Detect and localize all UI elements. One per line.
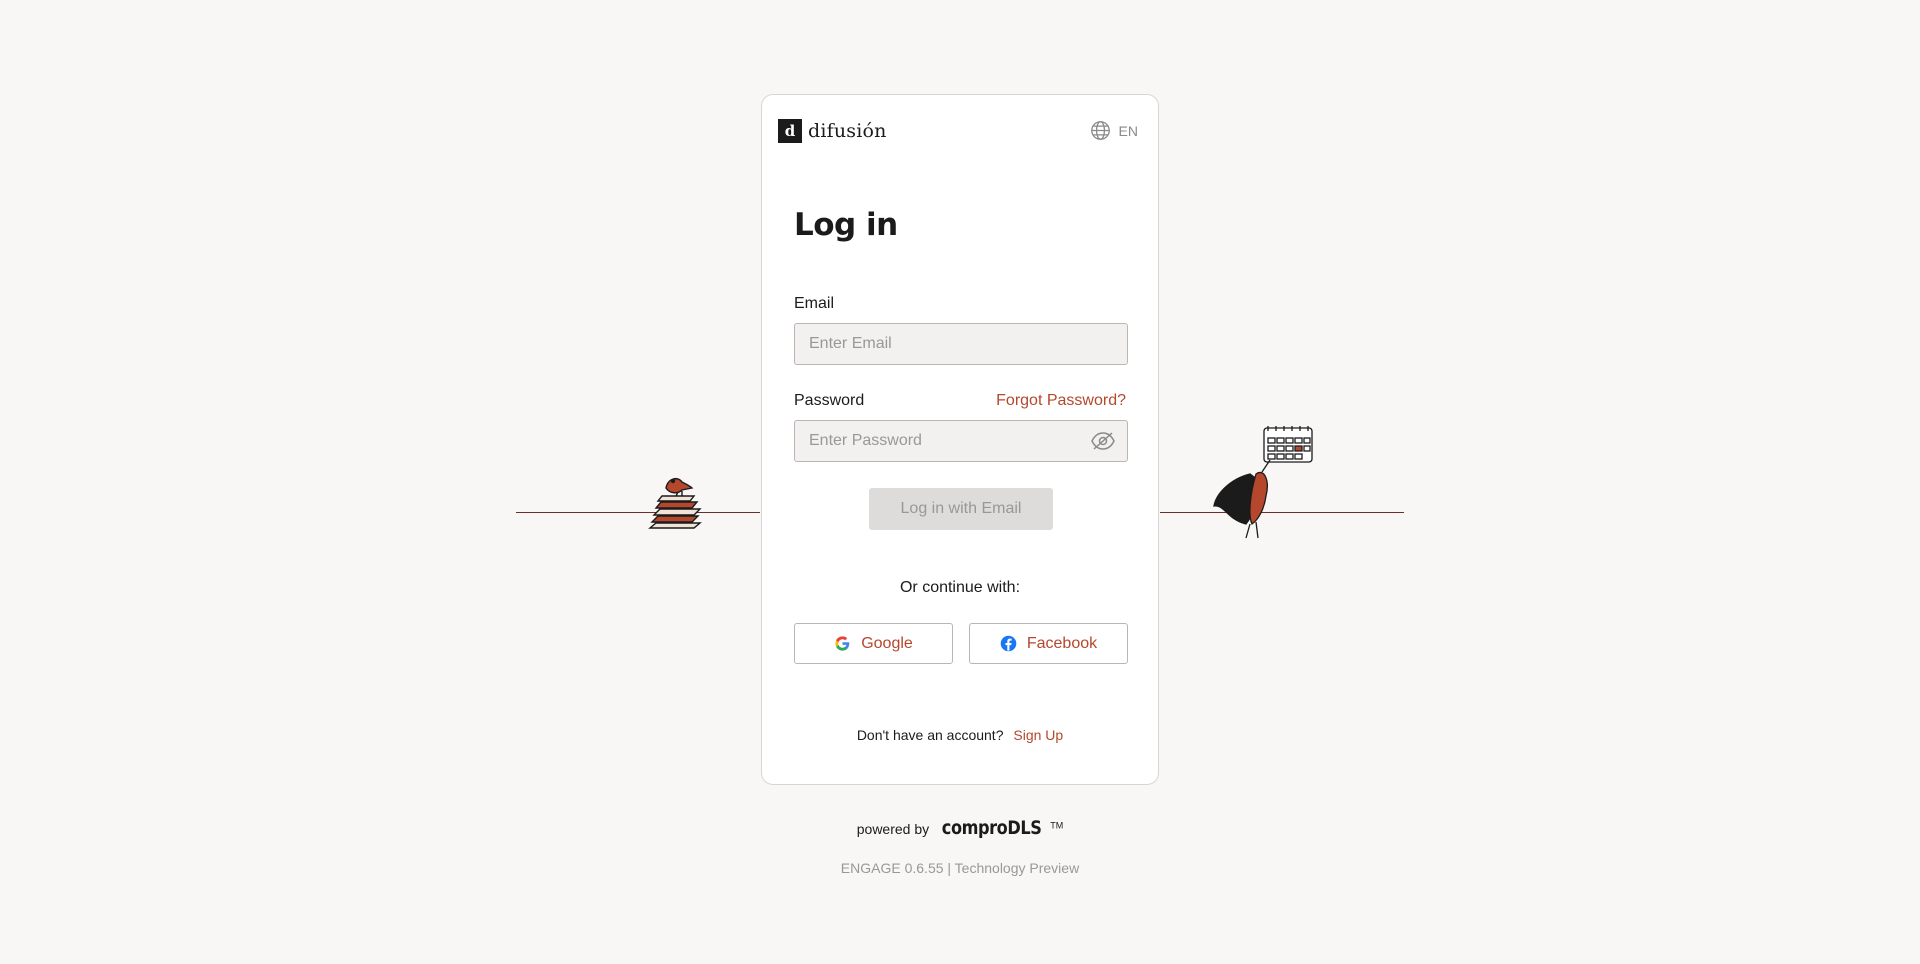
email-label: Email — [794, 295, 835, 312]
email-field-container — [794, 323, 1128, 365]
forgot-password-link[interactable]: Forgot Password? — [996, 392, 1126, 410]
language-code: EN — [1118, 122, 1138, 139]
signup-prompt: Don't have an account? — [856, 727, 1004, 743]
eye-slash-icon[interactable] — [1091, 431, 1115, 451]
trademark-mark: TM — [1050, 820, 1064, 831]
facebook-button-label: Facebook — [1026, 634, 1098, 652]
version-info: ENGAGE 0.6.55 | Technology Preview — [840, 860, 1080, 876]
email-field[interactable] — [807, 334, 1115, 354]
google-login-button[interactable]: Google — [794, 623, 953, 664]
page-title: Log in — [794, 207, 898, 243]
password-label: Password — [794, 392, 865, 409]
comprodls-logo: comproDLS — [941, 817, 1042, 839]
language-selector[interactable]: EN — [1090, 120, 1138, 141]
powered-by: powered by comproDLS TM — [0, 817, 1920, 839]
signup-link[interactable]: Sign Up — [1013, 727, 1063, 743]
character-calendar-illustration — [1213, 426, 1313, 539]
login-with-email-button[interactable]: Log in with Email — [869, 488, 1053, 530]
facebook-icon — [1000, 635, 1017, 652]
powered-by-text: powered by — [856, 821, 930, 837]
social-login-heading: Or continue with: — [899, 579, 1021, 596]
google-button-label: Google — [861, 634, 913, 652]
globe-icon — [1090, 121, 1110, 140]
brand-logo[interactable]: d difusión — [778, 119, 887, 143]
login-card: d difusión EN Log in Email Password Forg… — [761, 94, 1159, 785]
google-icon — [835, 636, 850, 651]
decorative-line-left — [516, 512, 760, 513]
signup-row: Don't have an account? Sign Up — [762, 727, 1158, 743]
facebook-login-button[interactable]: Facebook — [969, 623, 1128, 664]
password-field[interactable] — [807, 431, 1091, 451]
books-bird-illustration — [648, 477, 702, 529]
brand-name: difusión — [808, 120, 887, 142]
brand-mark-icon: d — [778, 119, 802, 143]
password-field-container — [794, 420, 1128, 462]
